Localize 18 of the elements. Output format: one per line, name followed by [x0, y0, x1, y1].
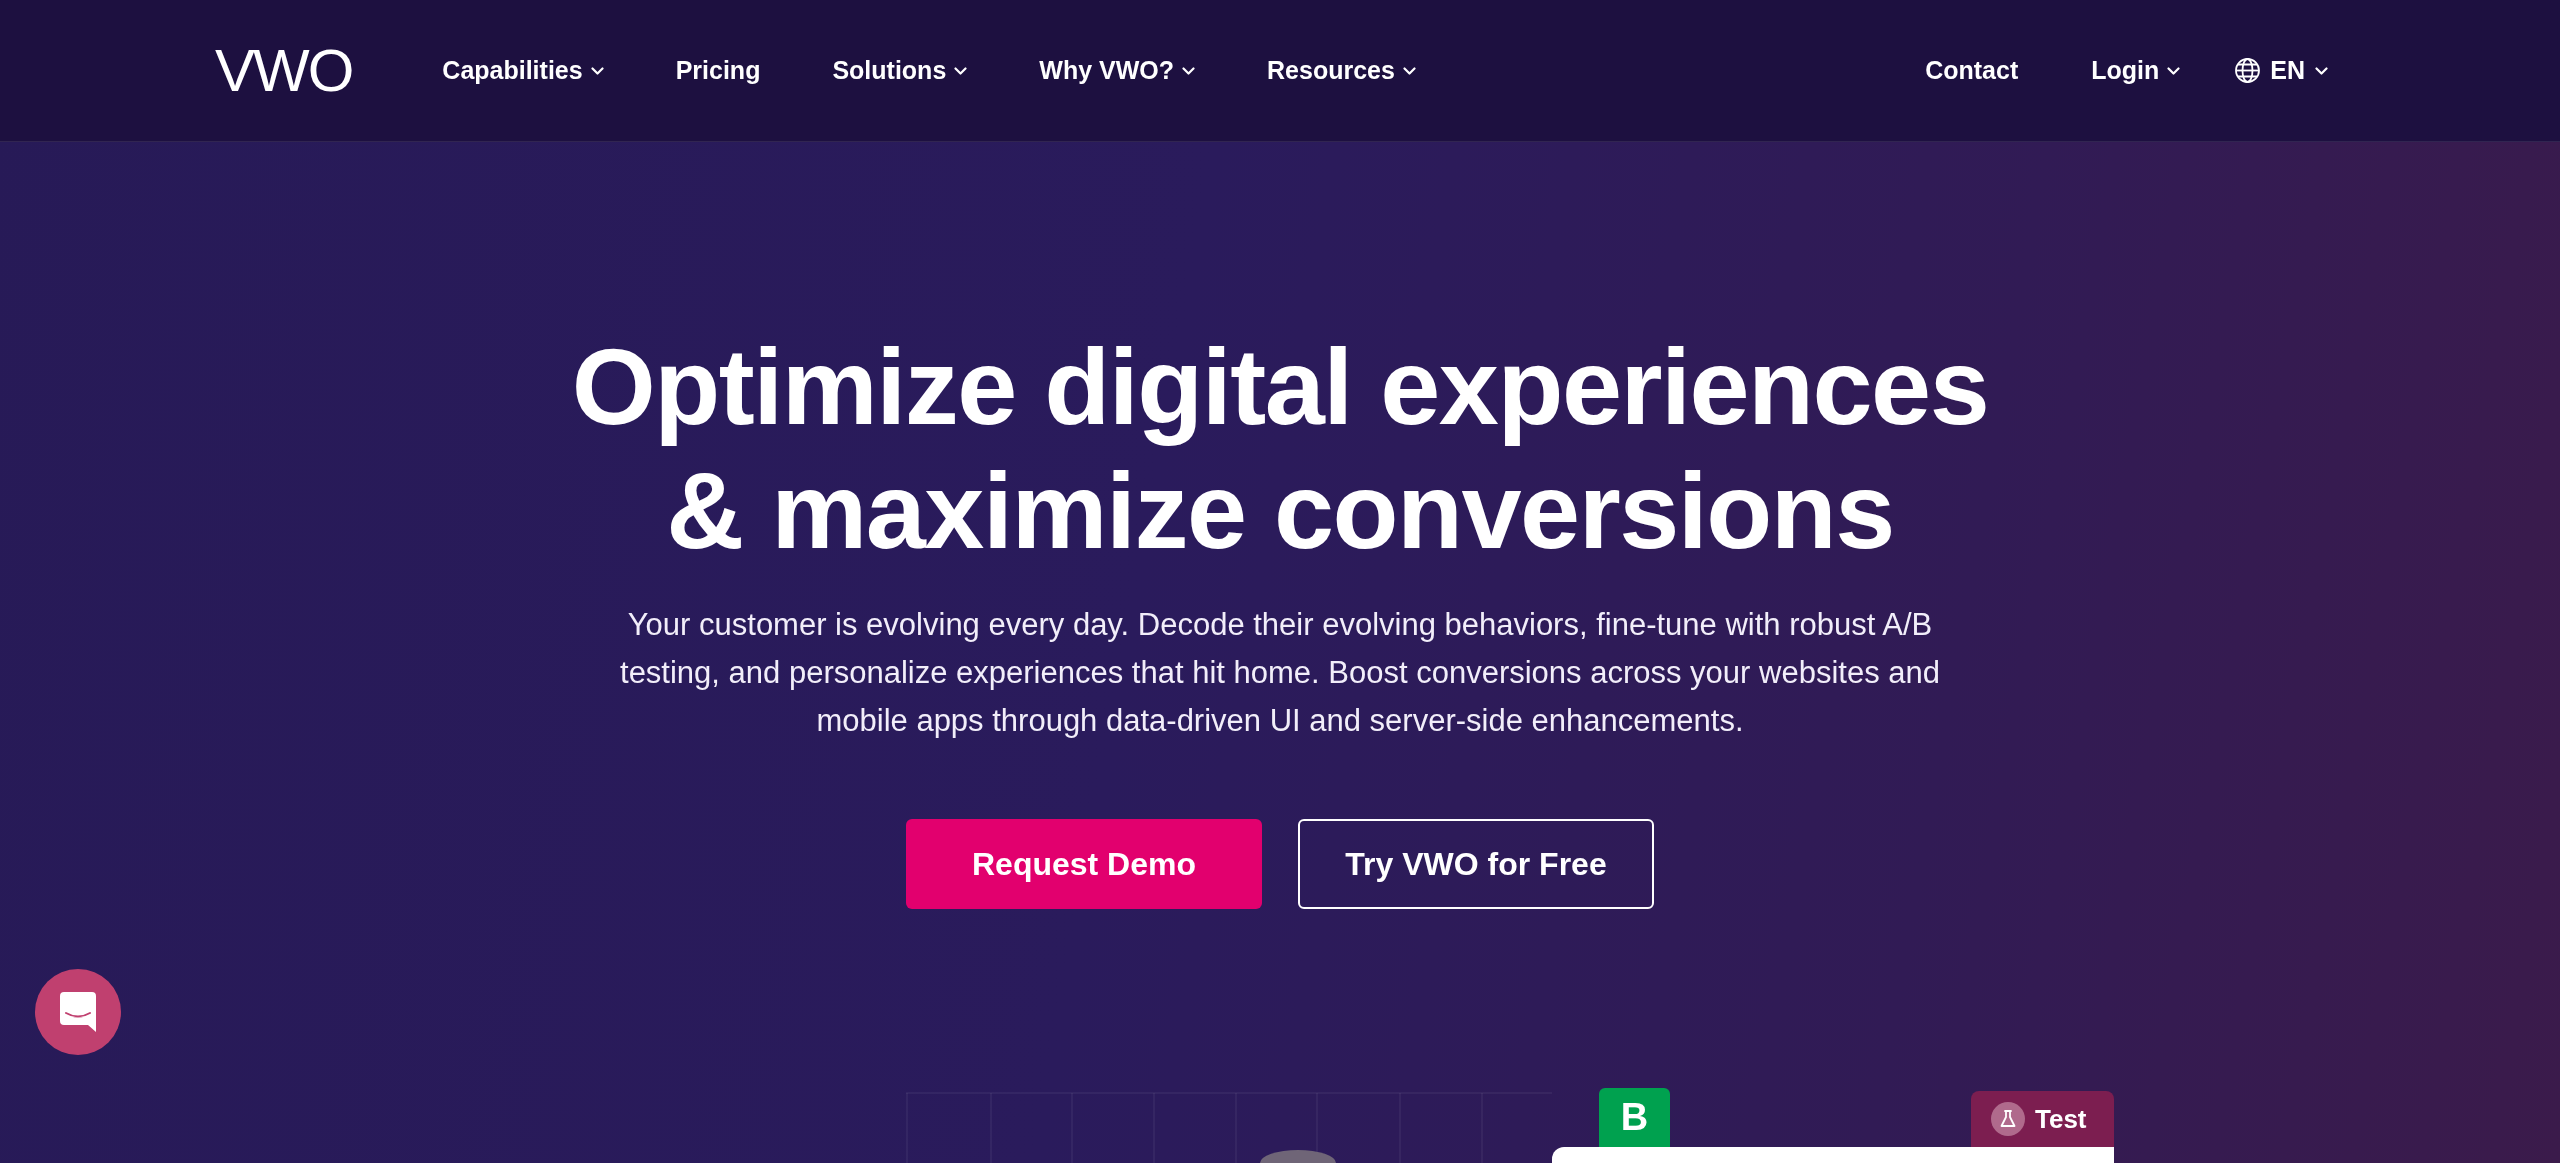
language-selector[interactable]: EN	[2235, 56, 2328, 85]
nav-link[interactable]: Why VWO?	[1039, 56, 1195, 85]
nav-link[interactable]: Capabilities	[442, 56, 604, 85]
nav-link[interactable]: Resources	[1267, 56, 1416, 85]
logo[interactable]: VWO	[215, 40, 353, 101]
globe-icon	[2235, 58, 2261, 83]
nav-link[interactable]: Contact	[1925, 56, 2019, 85]
test-tag: Test	[1971, 1091, 2114, 1147]
nav-link[interactable]: Pricing	[675, 56, 761, 85]
free-trial-button[interactable]: Try VWO for Free	[1298, 819, 1654, 909]
hero-description: Your customer is evolving every day. Decode their evolving behaviors, fine-tune with robust A/B testing, and personalize experiences that hit home. Boost conversions across your websites and mobile apps through data-driven UI and server-side enhancements.	[619, 606, 1941, 740]
flask-icon	[1991, 1102, 2025, 1136]
nav-link[interactable]: Login	[2091, 56, 2181, 85]
hero-title: Optimize digital experiences & maximize conversions	[570, 325, 1990, 573]
request-demo-button[interactable]: Request Demo	[906, 819, 1262, 909]
nav-link[interactable]: Solutions	[832, 56, 968, 85]
chat-icon	[60, 992, 96, 1032]
variant-badge: B	[1599, 1088, 1670, 1147]
